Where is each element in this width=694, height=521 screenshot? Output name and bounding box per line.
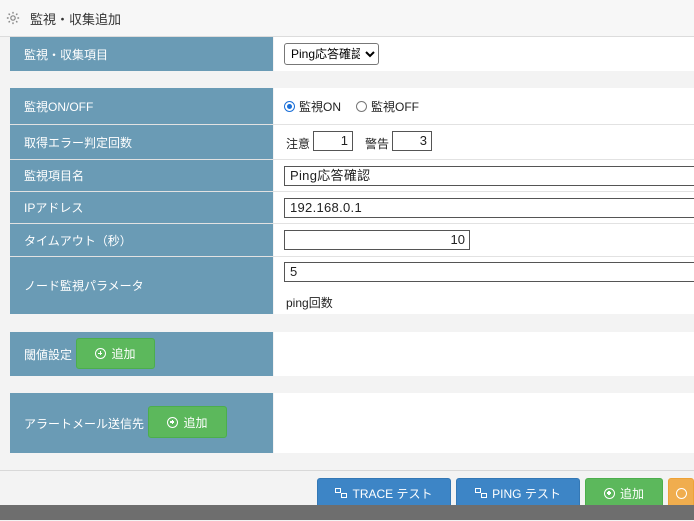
timeout-input[interactable]: 10 xyxy=(284,230,470,250)
node-param-hint: ping回数 xyxy=(286,296,333,310)
window-title: 監視・収集追加 xyxy=(30,11,122,27)
alert-mail-add-button[interactable]: 追加 xyxy=(148,406,227,438)
title-bar: 監視・収集追加 xyxy=(0,0,694,37)
plus-circle-icon xyxy=(95,348,107,359)
monitor-item-select[interactable]: Ping応答確認 xyxy=(284,43,379,65)
plus-circle-icon xyxy=(167,416,179,428)
warning-count-input[interactable]: 3 xyxy=(392,131,432,151)
ping-test-label: PING テスト xyxy=(492,486,561,501)
monitor-onoff-label: 監視ON/OFF xyxy=(10,88,273,124)
sitemap-icon xyxy=(335,488,348,498)
node-param-input[interactable]: 5 xyxy=(284,262,694,282)
item-name-label: 監視項目名 xyxy=(10,160,273,191)
alert-mail-label: アラートメール送信先 xyxy=(24,416,145,431)
radio-selected-icon[interactable] xyxy=(284,101,295,112)
footer-add-button[interactable]: 追加 xyxy=(585,478,663,508)
trace-test-button[interactable]: TRACE テスト xyxy=(317,478,451,508)
timeout-label: タイムアウト（秒） xyxy=(10,224,273,256)
plus-circle-icon xyxy=(603,487,615,499)
monitor-on-label: 監視ON xyxy=(299,100,342,114)
threshold-label: 閾値設定 xyxy=(24,347,73,362)
caution-label: 注意 xyxy=(286,137,311,151)
alert-mail-cell xyxy=(274,393,694,453)
monitor-off-label: 監視OFF xyxy=(371,100,419,114)
item-name-input[interactable]: Ping応答確認 xyxy=(284,166,694,186)
alert-mail-add-label: 追加 xyxy=(183,415,208,430)
error-count-label: 取得エラー判定回数 xyxy=(10,125,273,159)
ping-test-button[interactable]: PING テスト xyxy=(456,478,580,508)
threshold-add-label: 追加 xyxy=(111,347,136,361)
footer-cancel-button[interactable] xyxy=(668,478,694,508)
ban-icon xyxy=(675,487,687,499)
ip-address-input[interactable]: 192.168.0.1 xyxy=(284,198,694,218)
sitemap-icon xyxy=(475,488,488,498)
node-param-label: ノード監視パラメータ xyxy=(10,257,273,314)
ip-address-label: IPアドレス xyxy=(10,192,273,223)
alert-mail-label-cell: アラートメール送信先 xyxy=(10,393,273,453)
gear-icon[interactable] xyxy=(6,11,20,25)
radio-unselected-icon[interactable] xyxy=(356,101,367,112)
monitor-off-radio[interactable]: 監視OFF xyxy=(356,98,419,115)
bottom-bar xyxy=(0,505,694,520)
trace-test-label: TRACE テスト xyxy=(352,486,433,501)
footer-add-label: 追加 xyxy=(619,486,644,501)
caution-count-input[interactable]: 1 xyxy=(313,131,353,151)
threshold-add-button[interactable]: 追加 xyxy=(76,338,155,369)
warning-label: 警告 xyxy=(365,137,390,151)
monitor-on-radio[interactable]: 監視ON xyxy=(284,98,341,115)
threshold-cell xyxy=(274,332,694,376)
monitor-item-label: 監視・収集項目 xyxy=(10,37,273,71)
